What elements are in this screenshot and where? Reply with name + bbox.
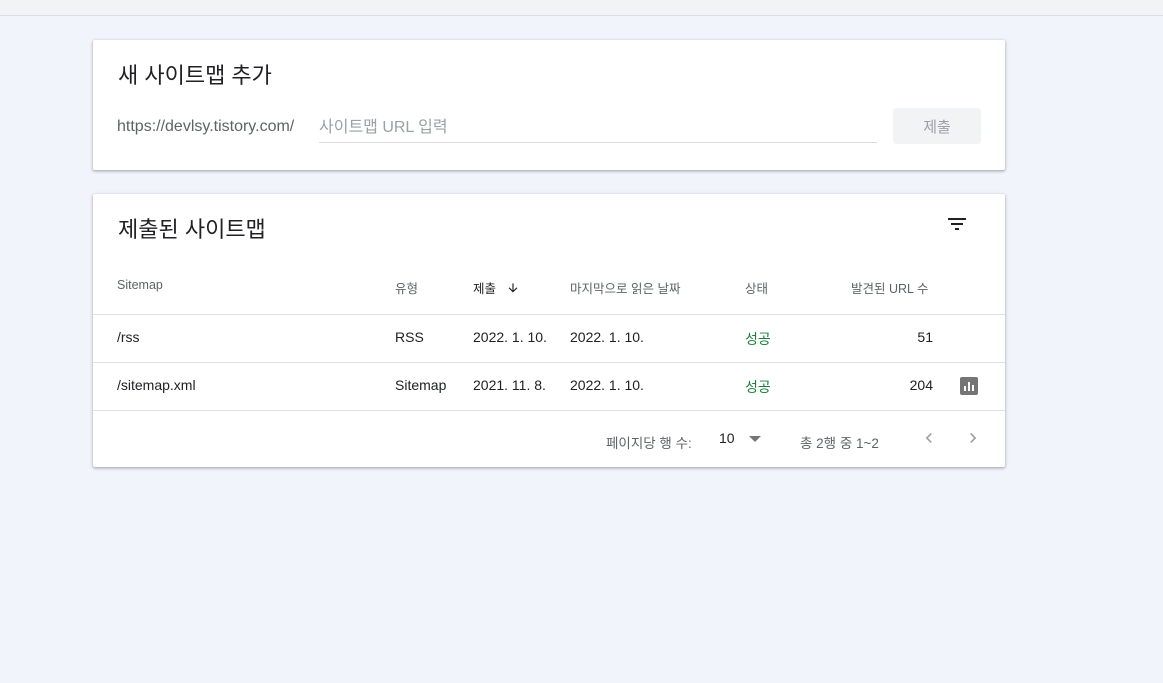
pagination-range: 총 2행 중 1~2 [800, 436, 879, 451]
row-1-status: 성공 [745, 331, 771, 347]
row-2-submitted: 2021. 11. 8. [473, 377, 546, 393]
filter-icon[interactable] [945, 212, 969, 236]
column-header-last-read[interactable]: 마지막으로 읽은 날짜 [570, 278, 680, 297]
row-2-status: 성공 [745, 379, 771, 395]
row-1-url-count: 51 [917, 329, 933, 345]
column-header-submitted-label: 제출 [473, 282, 497, 296]
column-header-type[interactable]: 유형 [395, 278, 418, 297]
top-bar [0, 0, 1163, 16]
column-header-submitted[interactable]: 제출 [473, 278, 520, 297]
row-2-type: Sitemap [395, 377, 447, 393]
submitted-sitemaps-title: 제출된 사이트맵 [118, 217, 266, 242]
row-2-url-count: 204 [909, 377, 933, 393]
row-1-type: RSS [395, 329, 424, 345]
submitted-sitemaps-card: 제출된 사이트맵 Sitemap 유형 제출 마지막으로 읽은 날짜 상태 발견… [93, 194, 1005, 467]
row-1-submitted: 2022. 1. 10. [473, 329, 547, 345]
header-divider [93, 314, 1005, 315]
add-sitemap-title: 새 사이트맵 추가 [118, 63, 272, 88]
row-2-last-read: 2022. 1. 10. [570, 377, 644, 393]
column-header-discovered-urls[interactable]: 발견된 URL 수 [851, 278, 929, 297]
submit-button[interactable]: 제출 [893, 108, 981, 144]
column-header-sitemap[interactable]: Sitemap [117, 278, 163, 292]
sitemap-url-input[interactable] [319, 116, 877, 143]
add-sitemap-card: 새 사이트맵 추가 https://devlsy.tistory.com/ 제출 [93, 40, 1005, 170]
chevron-left-icon[interactable] [919, 428, 939, 448]
row-1-last-read: 2022. 1. 10. [570, 329, 644, 345]
row-divider [93, 362, 1005, 363]
row-1-sitemap[interactable]: /rss [117, 329, 140, 345]
chevron-right-icon[interactable] [963, 428, 983, 448]
chevron-down-icon[interactable] [749, 436, 761, 442]
row-2-sitemap[interactable]: /sitemap.xml [117, 377, 196, 393]
url-prefix: https://devlsy.tistory.com/ [117, 118, 295, 135]
bar-chart-icon[interactable] [960, 377, 978, 395]
column-header-status[interactable]: 상태 [745, 278, 768, 297]
arrow-down-icon [508, 283, 517, 293]
rows-per-page-label: 페이지당 행 수: [606, 436, 692, 451]
rows-per-page-select[interactable]: 10 [719, 430, 735, 446]
footer-divider [93, 410, 1005, 411]
